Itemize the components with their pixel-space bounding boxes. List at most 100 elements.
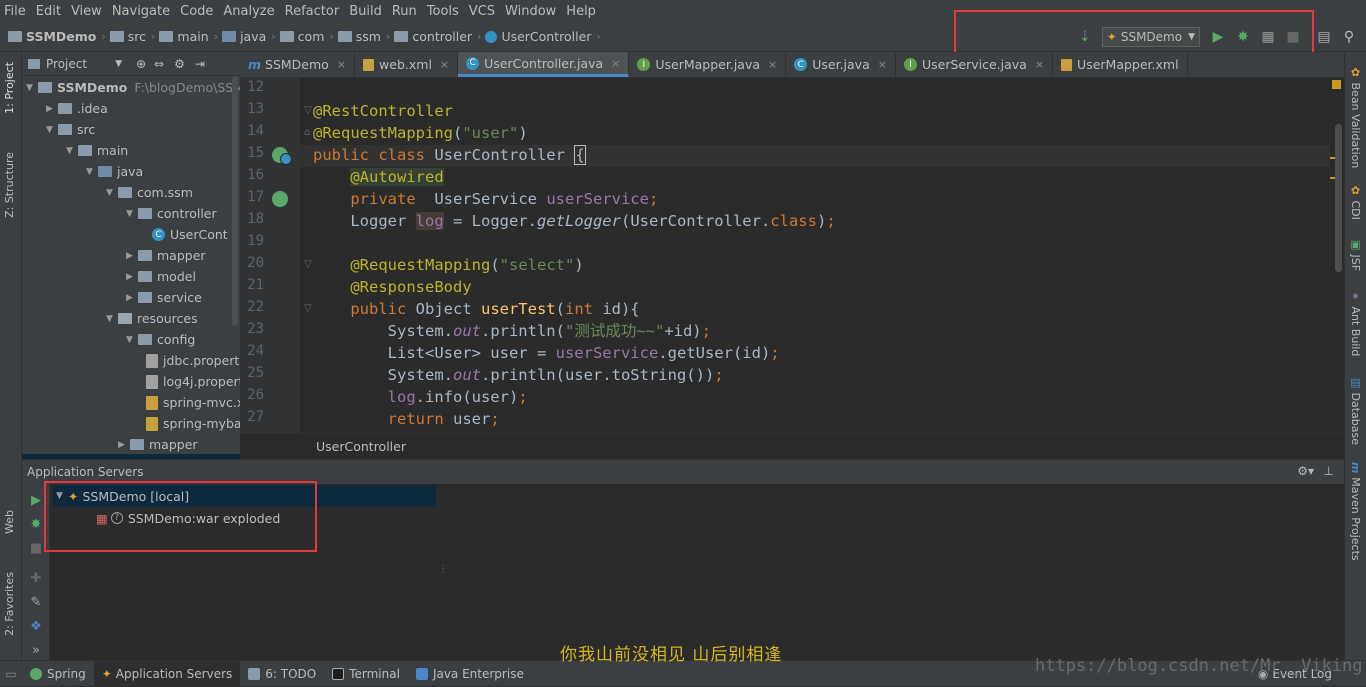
menu-run[interactable]: Run xyxy=(392,4,417,19)
tree-node-ssmdemo[interactable]: ▼ SSMDemo F:\blogDemo\SSM xyxy=(26,77,240,98)
close-icon[interactable]: × xyxy=(337,58,346,71)
breadcrumb-usercontroller[interactable]: UserController › xyxy=(485,29,601,44)
tree-node-usercontroller[interactable]: C UserCont xyxy=(152,224,228,245)
autowired-gutter-icon[interactable] xyxy=(272,191,288,207)
close-icon[interactable]: × xyxy=(878,58,887,71)
menu-navigate[interactable]: Navigate xyxy=(112,4,170,19)
menu-help[interactable]: Help xyxy=(566,4,596,19)
tab-web-xml[interactable]: web.xml × xyxy=(355,52,459,77)
tool-tab-favorites[interactable]: 2: Favorites xyxy=(3,572,16,636)
debug-icon[interactable]: ✸ xyxy=(28,516,44,532)
tab-usermapper-xml[interactable]: UserMapper.xml xyxy=(1053,52,1188,77)
tree-node-jdbc-properties[interactable]: jdbc.properti xyxy=(146,350,240,371)
menu-vcs[interactable]: VCS xyxy=(469,4,495,19)
tool-tab-web[interactable]: Web xyxy=(3,510,16,534)
fold-marker-icon[interactable]: ▽ xyxy=(304,303,312,314)
stop-icon[interactable]: ■ xyxy=(28,540,44,556)
bottom-tab-todo[interactable]: 6: TODO xyxy=(240,661,324,687)
breadcrumb-controller[interactable]: controller › xyxy=(394,29,481,44)
hide-panel-icon[interactable]: ⊥ xyxy=(1324,464,1334,478)
menu-edit[interactable]: Edit xyxy=(36,4,61,19)
menu-window[interactable]: Window xyxy=(505,4,556,19)
search-icon[interactable]: ⚲ xyxy=(1341,29,1357,45)
run-icon[interactable]: ▶ xyxy=(28,492,44,508)
menu-file[interactable]: File xyxy=(4,4,26,19)
tree-node-resources[interactable]: ▼ resources xyxy=(106,308,198,329)
fold-marker-icon[interactable]: ▽ xyxy=(304,259,312,270)
menu-tools[interactable]: Tools xyxy=(427,4,459,19)
project-structure-icon[interactable]: ▤ xyxy=(1316,29,1332,45)
tab-userservice-java[interactable]: I UserService.java × xyxy=(896,52,1054,77)
bottom-tab-java-enterprise[interactable]: Java Enterprise xyxy=(408,661,532,687)
tool-tab-ant-build[interactable]: ✶ Ant Build xyxy=(1349,290,1362,356)
fold-marker-icon[interactable]: ⌂ xyxy=(304,127,310,138)
tab-ssmdemo[interactable]: m SSMDemo × xyxy=(240,52,356,77)
collapse-icon[interactable]: ⇔ xyxy=(154,57,164,71)
artifact-icon[interactable]: ❖ xyxy=(28,618,44,634)
bottom-tab-application-servers[interactable]: ✦ Application Servers xyxy=(93,660,241,687)
code-line-22: public Object userTest(int id){ xyxy=(350,300,640,318)
code-breadcrumb-item[interactable]: UserController xyxy=(316,439,406,454)
menu-refactor[interactable]: Refactor xyxy=(285,4,340,19)
tab-usercontroller-java[interactable]: C UserController.java × xyxy=(458,52,630,77)
tree-node-mapper[interactable]: ▶ mapper xyxy=(126,245,206,266)
tool-tab-jsf[interactable]: ▣ JSF xyxy=(1349,238,1362,271)
close-icon[interactable]: × xyxy=(440,58,449,71)
bottom-tab-terminal[interactable]: Terminal xyxy=(324,661,408,687)
breadcrumb-java[interactable]: java › xyxy=(222,29,276,44)
dropdown-arrow-icon[interactable]: ▼ xyxy=(115,59,122,69)
tool-tab-bean-validation[interactable]: ✿ Bean Validation xyxy=(1349,66,1362,168)
tree-node-idea[interactable]: ▶ .idea xyxy=(46,98,108,119)
edit-config-icon[interactable]: ✎ xyxy=(28,594,44,610)
expand-more-icon[interactable]: » xyxy=(28,642,44,658)
project-view-selector[interactable]: Project xyxy=(46,57,87,71)
tree-node-log4j-properties[interactable]: log4j.propert xyxy=(146,371,240,392)
tree-node-config[interactable]: ▼ config xyxy=(126,329,195,350)
fold-marker-icon[interactable]: ▽ xyxy=(304,105,312,116)
close-icon[interactable]: × xyxy=(768,58,777,71)
tree-node-controller[interactable]: ▼ controller xyxy=(126,203,217,224)
menu-view[interactable]: View xyxy=(71,4,102,19)
gear-icon[interactable]: ⚙▾ xyxy=(1297,464,1314,478)
breadcrumb-main[interactable]: main › xyxy=(159,29,218,44)
menu-analyze[interactable]: Analyze xyxy=(223,4,274,19)
code-area[interactable]: @RestController @RequestMapping("user") … xyxy=(313,78,1333,433)
menu-build[interactable]: Build xyxy=(349,4,382,19)
inspection-status-icon[interactable] xyxy=(1332,80,1341,89)
toggle-tool-windows-icon[interactable]: ▭ xyxy=(0,661,22,687)
breadcrumb-com[interactable]: com › xyxy=(279,29,334,44)
tree-node-spring-mvc-xml[interactable]: spring-mvc.x xyxy=(146,392,240,413)
bottom-tab-spring[interactable]: Spring xyxy=(22,661,94,687)
close-icon[interactable]: × xyxy=(611,57,620,70)
tree-node-java[interactable]: ▼ java xyxy=(86,161,143,182)
sync-icon[interactable]: ⊕ xyxy=(136,57,146,71)
breadcrumb-ssm[interactable]: ssm › xyxy=(337,29,390,44)
splitter-handle[interactable]: ⋮ xyxy=(438,564,448,575)
tree-node-com-ssm[interactable]: ▼ com.ssm xyxy=(106,182,193,203)
editor-scrollbar[interactable] xyxy=(1335,124,1342,272)
tool-tab-structure[interactable]: Z: Structure xyxy=(3,152,16,218)
breadcrumb-project[interactable]: SSMDemo › xyxy=(8,29,106,44)
tab-user-java[interactable]: C User.java × xyxy=(786,52,896,77)
tool-tab-project[interactable]: 1: Project xyxy=(3,62,16,114)
menu-code[interactable]: Code xyxy=(180,4,213,19)
tree-node-main[interactable]: ▼ main xyxy=(66,140,128,161)
expanded-arrow-icon: ▼ xyxy=(26,82,33,93)
breadcrumb-src[interactable]: src › xyxy=(109,29,155,44)
tree-node-spring-mybatis-xml[interactable]: spring-mybat xyxy=(146,413,240,434)
tree-node-service[interactable]: ▶ service xyxy=(126,287,202,308)
tree-node-mapper-resources[interactable]: ▶ mapper xyxy=(106,434,198,455)
tree-node-model[interactable]: ▶ model xyxy=(126,266,196,287)
tree-scrollbar[interactable] xyxy=(232,76,238,326)
deploy-icon[interactable]: ✚ xyxy=(28,570,44,586)
tree-node-src[interactable]: ▼ src xyxy=(46,119,95,140)
tab-usermapper-java[interactable]: I UserMapper.java × xyxy=(629,52,787,77)
tool-tab-database[interactable]: ▤ Database xyxy=(1349,376,1362,445)
tool-tab-cdi[interactable]: ✿ CDI xyxy=(1349,184,1362,220)
tool-tab-maven-projects[interactable]: m Maven Projects xyxy=(1349,462,1362,561)
close-icon[interactable]: × xyxy=(1035,58,1044,71)
chevron-right-icon: › xyxy=(101,30,106,43)
gear-icon[interactable]: ⚙ xyxy=(174,57,185,71)
collapsed-arrow-icon: ▶ xyxy=(126,250,133,261)
hide-icon[interactable]: ⇥ xyxy=(195,57,205,71)
